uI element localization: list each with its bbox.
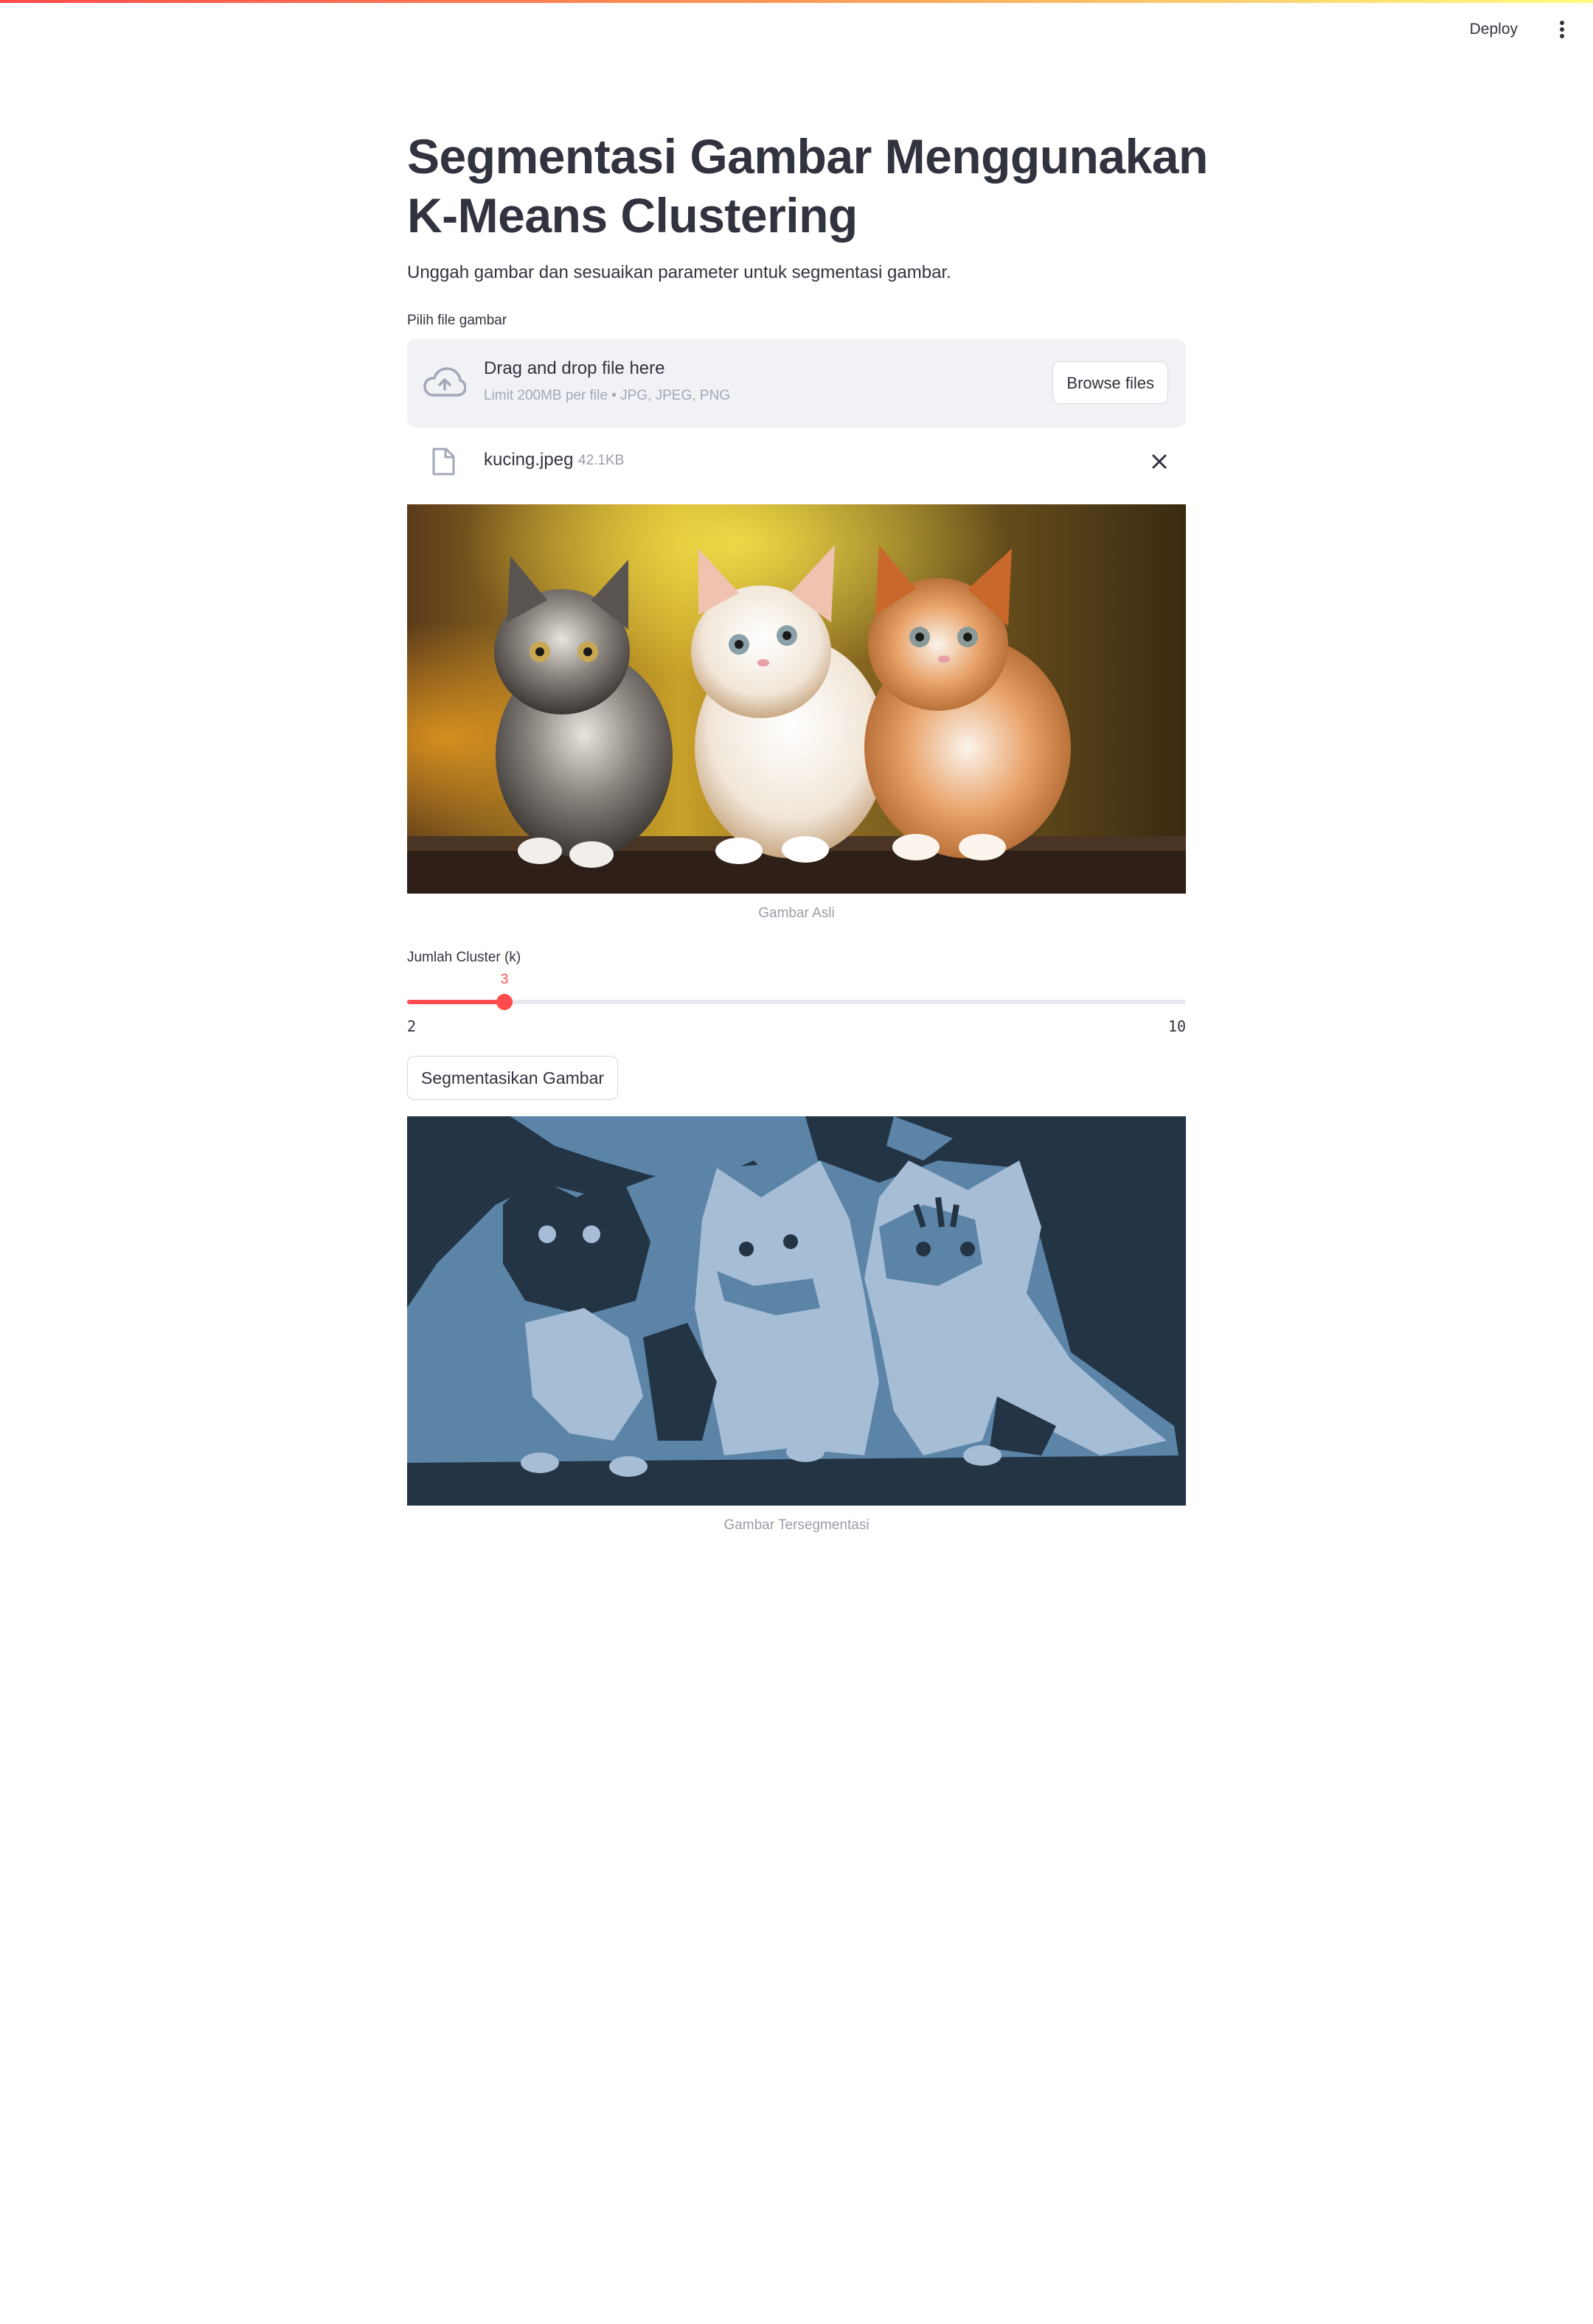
- main-menu-button[interactable]: [1546, 13, 1578, 46]
- close-icon: [1152, 454, 1167, 469]
- more-vertical-icon: [1560, 21, 1564, 38]
- slider-min-label: 2: [407, 1017, 417, 1035]
- remove-file-button[interactable]: [1145, 447, 1174, 476]
- uploaded-file-item: kucing.jpeg 42.1KB: [407, 439, 1186, 484]
- original-image: [407, 504, 1186, 894]
- page-title: Segmentasi Gambar Menggunakan K-Means Cl…: [407, 127, 1218, 245]
- slider-track[interactable]: [407, 1000, 1186, 1004]
- uploaded-file-name: kucing.jpeg: [484, 450, 574, 470]
- app-header: Deploy: [0, 3, 1593, 52]
- dropzone-limit-hint: Limit 200MB per file • JPG, JPEG, PNG: [484, 388, 730, 403]
- segmented-image: [407, 1116, 1186, 1506]
- page-title-line-2: K-Means Clustering: [407, 188, 858, 243]
- original-image-caption: Gambar Asli: [758, 905, 835, 921]
- page-title-line-1: Segmentasi Gambar Menggunakan: [407, 129, 1208, 184]
- segment-image-button[interactable]: Segmentasikan Gambar: [407, 1056, 619, 1100]
- cluster-slider[interactable]: 3 2 10: [407, 959, 1186, 1040]
- slider-thumb[interactable]: [496, 994, 513, 1010]
- deploy-button[interactable]: Deploy: [1460, 13, 1528, 46]
- dropzone-instructions: Drag and drop file here: [484, 358, 665, 378]
- file-dropzone[interactable]: Drag and drop file here Limit 200MB per …: [407, 339, 1186, 428]
- cloud-upload-icon: [423, 367, 466, 397]
- file-icon: [432, 448, 455, 476]
- segmented-kittens-image: [407, 1116, 1186, 1506]
- uploaded-file-size: 42.1KB: [578, 453, 625, 468]
- slider-current-value: 3: [500, 972, 509, 987]
- page-subtitle: Unggah gambar dan sesuaikan parameter un…: [407, 262, 951, 282]
- file-uploader-label: Pilih file gambar: [407, 313, 507, 328]
- segmented-image-caption: Gambar Tersegmentasi: [723, 1517, 870, 1533]
- slider-max-label: 10: [1167, 1017, 1186, 1035]
- slider-fill: [407, 1000, 504, 1004]
- browse-files-button[interactable]: Browse files: [1052, 361, 1168, 404]
- original-kittens-photo: [407, 504, 1186, 894]
